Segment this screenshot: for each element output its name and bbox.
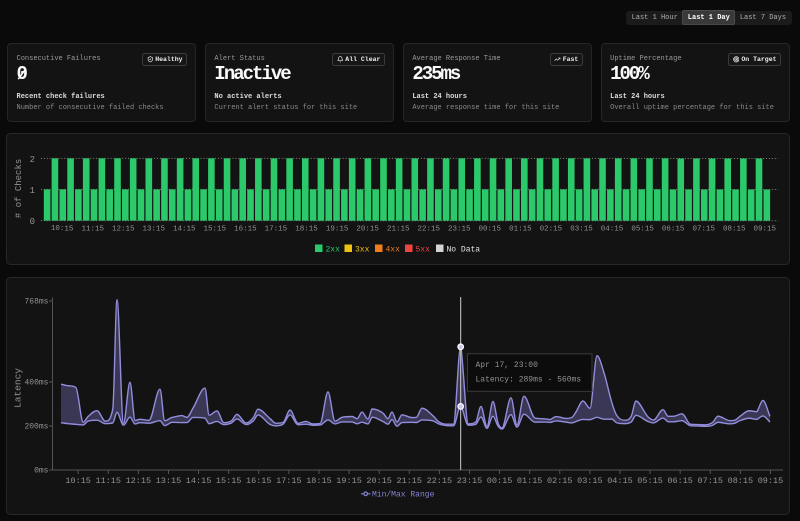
- svg-text:Latency: Latency: [12, 368, 23, 408]
- svg-text:05:15: 05:15: [637, 476, 663, 486]
- svg-text:20:15: 20:15: [366, 476, 392, 486]
- svg-text:0ms: 0ms: [34, 467, 49, 476]
- svg-text:768ms: 768ms: [24, 298, 48, 307]
- svg-text:14:15: 14:15: [186, 476, 212, 486]
- svg-text:21:15: 21:15: [397, 476, 423, 486]
- svg-text:400ms: 400ms: [24, 379, 48, 388]
- svg-text:Apr 17, 23:00: Apr 17, 23:00: [475, 361, 538, 370]
- svg-text:08:15: 08:15: [728, 476, 754, 486]
- svg-text:04:15: 04:15: [607, 476, 633, 486]
- svg-text:23:15: 23:15: [457, 476, 483, 486]
- svg-text:22:15: 22:15: [427, 476, 453, 486]
- svg-text:200ms: 200ms: [24, 423, 48, 432]
- svg-text:00:15: 00:15: [487, 476, 513, 486]
- svg-text:Latency: 289ms - 560ms: Latency: 289ms - 560ms: [475, 376, 581, 385]
- svg-text:07:15: 07:15: [698, 476, 724, 486]
- svg-text:09:15: 09:15: [758, 476, 784, 486]
- svg-text:06:15: 06:15: [667, 476, 693, 486]
- svg-text:13:15: 13:15: [156, 476, 182, 486]
- svg-text:03:15: 03:15: [577, 476, 603, 486]
- svg-text:17:15: 17:15: [276, 476, 302, 486]
- svg-text:02:15: 02:15: [547, 476, 573, 486]
- svg-text:16:15: 16:15: [246, 476, 272, 486]
- svg-text:10:15: 10:15: [65, 476, 91, 486]
- svg-text:11:15: 11:15: [96, 476, 122, 486]
- svg-text:15:15: 15:15: [216, 476, 242, 486]
- svg-text:19:15: 19:15: [336, 476, 362, 486]
- svg-text:12:15: 12:15: [126, 476, 152, 486]
- svg-text:01:15: 01:15: [517, 476, 543, 486]
- svg-text:18:15: 18:15: [306, 476, 332, 486]
- svg-text:Min/Max Range: Min/Max Range: [372, 491, 435, 500]
